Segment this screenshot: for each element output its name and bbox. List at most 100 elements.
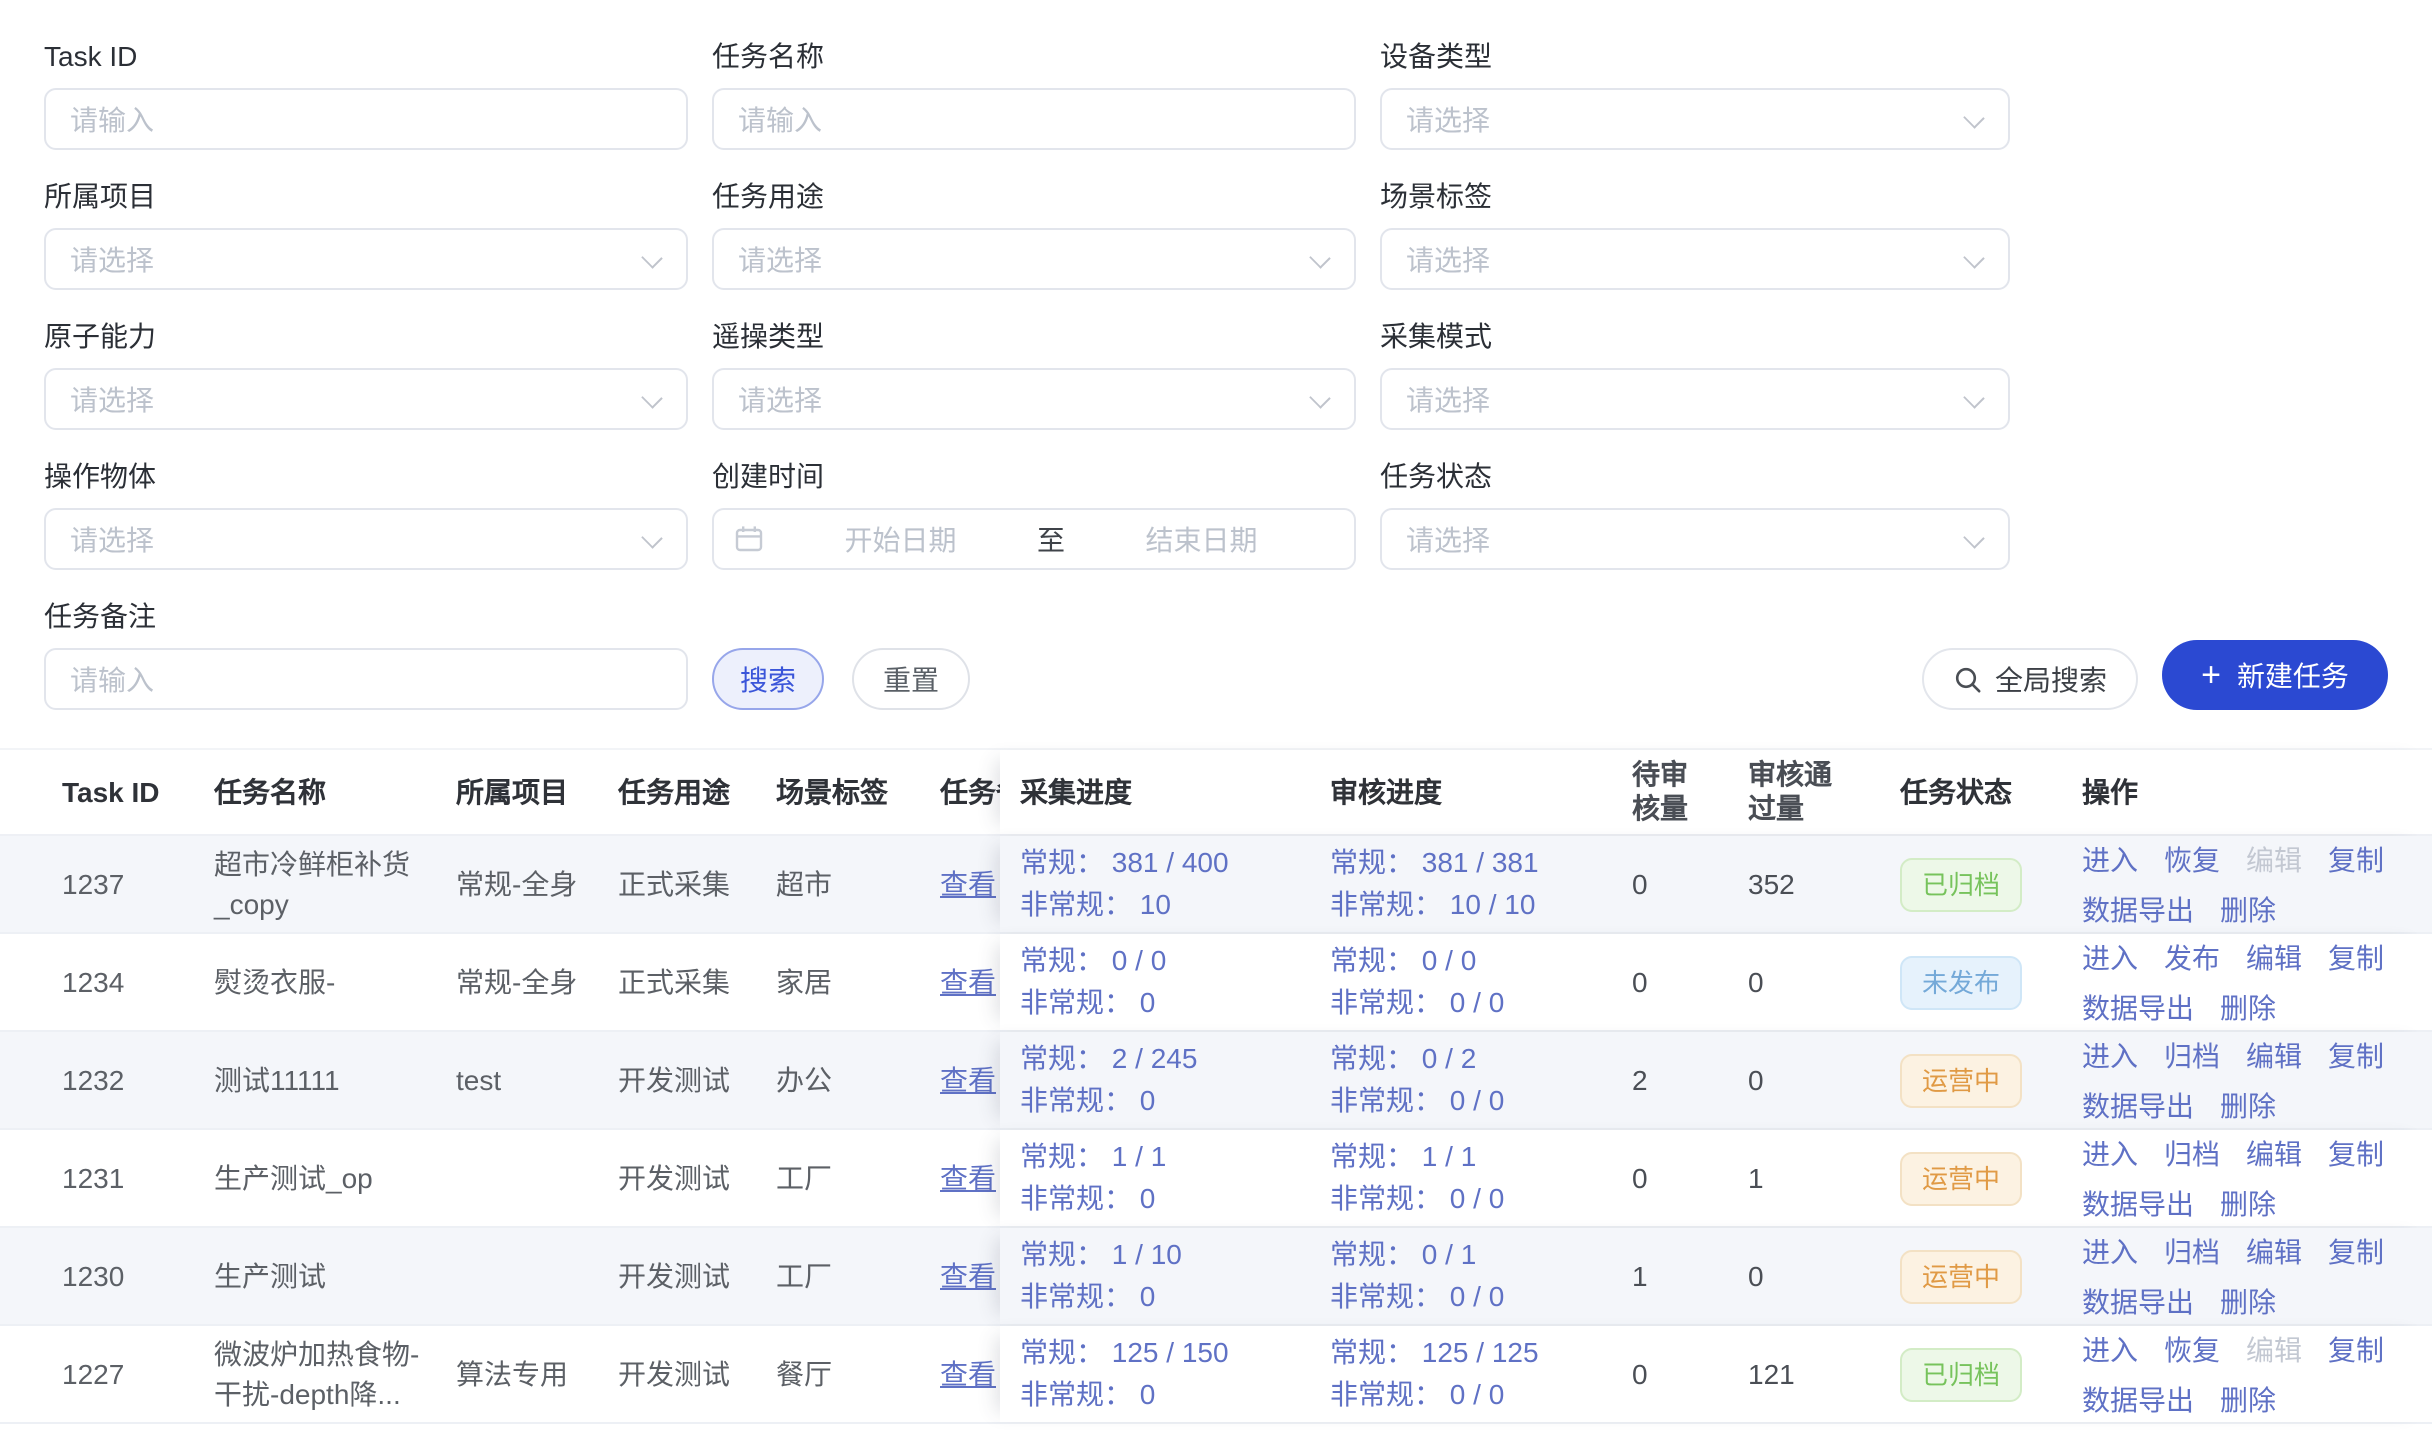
task-id-cell: 1237 [44, 836, 196, 932]
collect-mode-select[interactable]: 请选择 [1380, 368, 2010, 430]
remark-view-link[interactable]: 查看 [940, 864, 996, 904]
review-progress-cell: 常规： 1 / 1非常规： 0 / 0 [1310, 1130, 1612, 1226]
chevron-down-icon [1963, 107, 1984, 128]
action-link[interactable]: 数据导出 [2082, 1085, 2194, 1125]
remark-view-link[interactable]: 查看 [940, 1256, 996, 1296]
action-link[interactable]: 复制 [2328, 1035, 2384, 1075]
action-link[interactable]: 恢复 [2164, 839, 2220, 879]
action-link[interactable]: 编辑 [2246, 1035, 2302, 1075]
review-irregular-line: 非常规： 10 / 10 [1330, 884, 1535, 926]
action-link[interactable]: 编辑 [2246, 937, 2302, 977]
task-status-select[interactable]: 请选择 [1380, 508, 2010, 570]
action-link[interactable]: 复制 [2328, 937, 2384, 977]
action-link[interactable]: 进入 [2082, 1329, 2138, 1369]
action-link[interactable]: 归档 [2164, 1231, 2220, 1271]
action-link[interactable]: 进入 [2082, 1035, 2138, 1075]
chevron-down-icon [641, 527, 662, 548]
remark-view-link[interactable]: 查看 [940, 962, 996, 1002]
project-cell [438, 1130, 600, 1226]
action-link[interactable]: 删除 [2220, 1183, 2276, 1223]
action-link[interactable]: 进入 [2082, 937, 2138, 977]
approved-count-cell: 0 [1728, 1228, 1896, 1324]
review-regular-line: 常规： 0 / 0 [1330, 940, 1476, 982]
filter-label: 任务备注 [44, 600, 688, 632]
table-row: 1234熨烫衣服-常规-全身正式采集家居查看常规： 0 / 0非常规： 0常规：… [0, 934, 2432, 1032]
review-regular-line: 常规： 1 / 1 [1330, 1136, 1476, 1178]
object-select[interactable]: 请选择 [44, 508, 688, 570]
task-remark-input[interactable] [44, 648, 688, 710]
table-row: 1230生产测试开发测试工厂查看常规： 1 / 10非常规： 0常规： 0 / … [0, 1228, 2432, 1326]
review-progress-cell: 常规： 0 / 2非常规： 0 / 0 [1310, 1032, 1612, 1128]
atomic-ability-select[interactable]: 请选择 [44, 368, 688, 430]
action-link[interactable]: 删除 [2220, 1281, 2276, 1321]
action-link[interactable]: 复制 [2328, 1231, 2384, 1271]
action-link[interactable]: 删除 [2220, 987, 2276, 1027]
status-cell: 未发布 [1896, 934, 2074, 1030]
chevron-down-icon [1963, 527, 1984, 548]
action-link[interactable]: 进入 [2082, 839, 2138, 879]
task-id-input[interactable] [44, 88, 688, 150]
action-link[interactable]: 进入 [2082, 1231, 2138, 1271]
approved-count-cell: 0 [1728, 934, 1896, 1030]
filter-label: 场景标签 [1380, 180, 2010, 212]
filter-field-atomic-ability: 原子能力 请选择 [44, 320, 688, 430]
collect-regular-line: 常规： 2 / 245 [1020, 1038, 1197, 1080]
remark-view-link[interactable]: 查看 [940, 1354, 996, 1394]
create-time-range-picker[interactable]: 开始日期 至 结束日期 [712, 508, 1356, 570]
action-link[interactable]: 发布 [2164, 937, 2220, 977]
filter-label: 任务状态 [1380, 460, 2010, 492]
remark-view-link[interactable]: 查看 [940, 1060, 996, 1100]
action-link[interactable]: 编辑 [2246, 1133, 2302, 1173]
column-header-collect-progress: 采集进度 [1000, 750, 1310, 834]
action-link[interactable]: 数据导出 [2082, 987, 2194, 1027]
action-link[interactable]: 数据导出 [2082, 1379, 2194, 1419]
task-name-input[interactable] [712, 88, 1356, 150]
filter-label: 操作物体 [44, 460, 688, 492]
task-id-cell: 1227 [44, 1326, 196, 1422]
scene-tag-select[interactable]: 请选择 [1380, 228, 2010, 290]
remark-cell: 查看 [922, 934, 1000, 1030]
action-link[interactable]: 复制 [2328, 1133, 2384, 1173]
row-fixed-section: 常规： 1 / 1非常规： 0常规： 1 / 1非常规： 0 / 001运营中进… [1000, 1130, 2432, 1226]
project-select[interactable]: 请选择 [44, 228, 688, 290]
column-header-approved-count: 审核通过量 [1728, 750, 1896, 834]
action-link[interactable]: 数据导出 [2082, 889, 2194, 929]
action-link[interactable]: 删除 [2220, 889, 2276, 929]
device-type-select[interactable]: 请选择 [1380, 88, 2010, 150]
scene-cell: 超市 [758, 836, 922, 932]
action-link[interactable]: 恢复 [2164, 1329, 2220, 1369]
action-link[interactable]: 进入 [2082, 1133, 2138, 1173]
actions-cell: 进入归档编辑复制数据导出删除 [2074, 1228, 2432, 1324]
remark-cell: 查看 [922, 1032, 1000, 1128]
collect-regular-line: 常规： 1 / 10 [1020, 1234, 1182, 1276]
action-link[interactable]: 数据导出 [2082, 1281, 2194, 1321]
action-link[interactable]: 归档 [2164, 1035, 2220, 1075]
table-body: 1237超市冷鲜柜补货_copy常规-全身正式采集超市查看常规： 381 / 4… [0, 836, 2432, 1424]
chevron-down-icon [641, 247, 662, 268]
purpose-select[interactable]: 请选择 [712, 228, 1356, 290]
action-link[interactable]: 复制 [2328, 1329, 2384, 1369]
teleop-type-select[interactable]: 请选择 [712, 368, 1356, 430]
action-link[interactable]: 复制 [2328, 839, 2384, 879]
action-link[interactable]: 编辑 [2246, 1231, 2302, 1271]
search-button[interactable]: 搜索 [712, 648, 824, 710]
chevron-down-icon [1963, 387, 1984, 408]
row-left-section: 1234熨烫衣服-常规-全身正式采集家居查看 [0, 934, 1000, 1030]
column-header-review-progress: 审核进度 [1310, 750, 1612, 834]
table-row: 1231生产测试_op开发测试工厂查看常规： 1 / 1非常规： 0常规： 1 … [0, 1130, 2432, 1228]
task-name-cell: 生产测试 [196, 1228, 438, 1324]
remark-view-link[interactable]: 查看 [940, 1158, 996, 1198]
end-date-placeholder[interactable]: 结束日期 [1069, 519, 1334, 559]
action-link[interactable]: 归档 [2164, 1133, 2220, 1173]
reset-button[interactable]: 重置 [852, 648, 970, 710]
collect-regular-line: 常规： 125 / 150 [1020, 1332, 1229, 1374]
remark-cell: 查看 [922, 1228, 1000, 1324]
actions-cell: 进入归档编辑复制数据导出删除 [2074, 1130, 2432, 1226]
action-link[interactable]: 删除 [2220, 1379, 2276, 1419]
action-link[interactable]: 删除 [2220, 1085, 2276, 1125]
global-search-button[interactable]: 全局搜索 [1922, 648, 2138, 710]
new-task-button[interactable]: + 新建任务 [2162, 640, 2388, 710]
filter-label: 设备类型 [1380, 40, 2010, 72]
start-date-placeholder[interactable]: 开始日期 [768, 519, 1033, 559]
action-link[interactable]: 数据导出 [2082, 1183, 2194, 1223]
